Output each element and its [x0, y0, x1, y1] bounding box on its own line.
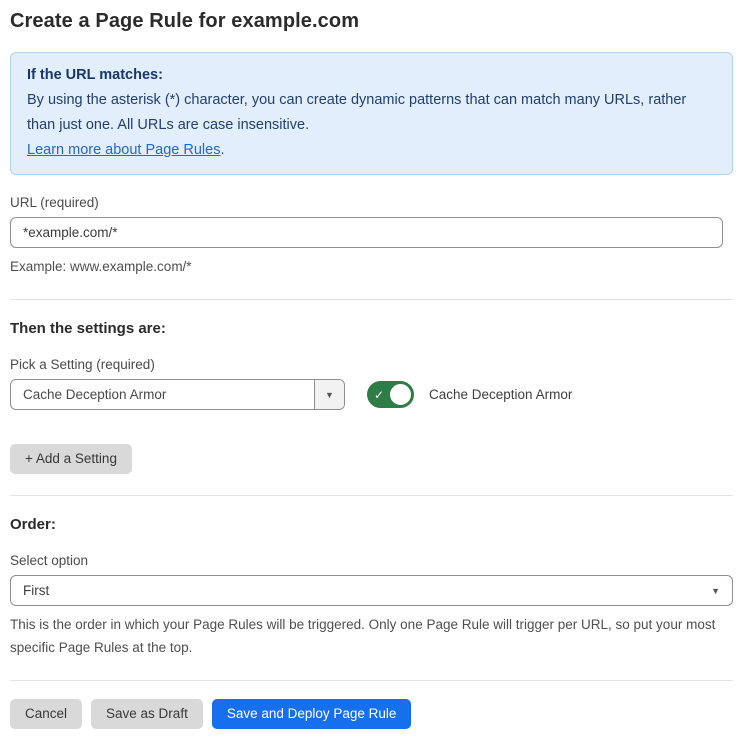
setting-dropdown[interactable]: Cache Deception Armor ▼	[10, 379, 345, 410]
setting-row: Cache Deception Armor ▼ ✓ Cache Deceptio…	[10, 379, 733, 410]
order-select-label: Select option	[10, 553, 733, 568]
info-box-link-line: Learn more about Page Rules.	[27, 138, 716, 163]
link-suffix: .	[220, 142, 224, 158]
cancel-button[interactable]: Cancel	[10, 699, 82, 729]
action-button-row: Cancel Save as Draft Save and Deploy Pag…	[10, 699, 733, 729]
save-as-draft-button[interactable]: Save as Draft	[91, 699, 203, 729]
setting-picker-label: Pick a Setting (required)	[10, 357, 733, 372]
order-select[interactable]: First ▼	[10, 575, 733, 606]
order-helper-text: This is the order in which your Page Rul…	[10, 613, 730, 659]
url-field-label: URL (required)	[10, 195, 733, 210]
toggle-label: Cache Deception Armor	[429, 387, 572, 402]
info-box-body: By using the asterisk (*) character, you…	[27, 88, 716, 138]
cache-deception-armor-toggle[interactable]: ✓	[367, 381, 414, 408]
chevron-down-icon: ▼	[711, 586, 720, 596]
settings-section-heading: Then the settings are:	[10, 320, 733, 337]
chevron-down-icon[interactable]: ▼	[314, 380, 344, 409]
url-example-helper: Example: www.example.com/*	[10, 256, 733, 278]
order-section-heading: Order:	[10, 516, 733, 533]
url-input[interactable]	[10, 217, 723, 248]
info-box-heading: If the URL matches:	[27, 63, 716, 88]
toggle-knob	[388, 382, 413, 407]
page-title: Create a Page Rule for example.com	[10, 10, 733, 33]
create-page-rule-form: Create a Page Rule for example.com If th…	[0, 0, 750, 747]
divider	[10, 680, 733, 681]
url-matches-info-box: If the URL matches: By using the asteris…	[10, 52, 733, 175]
add-setting-button[interactable]: + Add a Setting	[10, 444, 132, 474]
divider	[10, 299, 733, 300]
setting-dropdown-value: Cache Deception Armor	[11, 380, 314, 409]
learn-more-link[interactable]: Learn more about Page Rules	[27, 142, 220, 158]
check-icon: ✓	[374, 388, 384, 402]
divider	[10, 495, 733, 496]
save-and-deploy-button[interactable]: Save and Deploy Page Rule	[212, 699, 412, 729]
order-select-value: First	[23, 583, 49, 598]
